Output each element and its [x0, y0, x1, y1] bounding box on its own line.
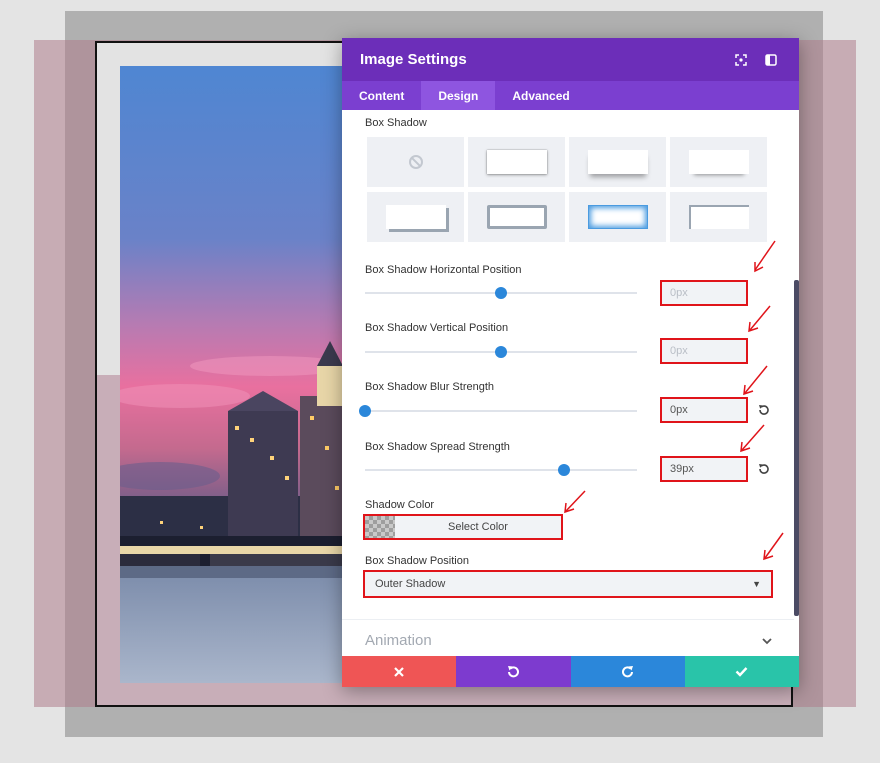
preset-offset-solid[interactable]: [367, 192, 464, 242]
shadow-color-label: Shadow Color: [365, 499, 435, 511]
vertical-position-slider[interactable]: [365, 346, 637, 358]
blur-strength-label: Box Shadow Blur Strength: [365, 381, 495, 393]
preset-inset-glow[interactable]: [569, 192, 666, 242]
redo-icon: [622, 666, 634, 678]
transparent-swatch: [365, 516, 395, 538]
reset-icon[interactable]: [756, 402, 772, 418]
horizontal-position-input[interactable]: 0px: [660, 280, 748, 306]
no-shadow-icon: [408, 155, 423, 169]
image-settings-panel: Image Settings Content Design Advanced B…: [342, 38, 799, 687]
box-shadow-presets: [367, 137, 769, 242]
shadow-color-picker[interactable]: Select Color: [363, 514, 563, 540]
preset-bottom-thin[interactable]: [670, 137, 767, 187]
preset-inset-border[interactable]: [468, 192, 565, 242]
slider-thumb[interactable]: [495, 287, 507, 299]
divider: [342, 619, 794, 620]
chevron-down-icon: [762, 637, 772, 644]
vertical-position-input[interactable]: 0px: [660, 338, 748, 364]
panel-scrollbar[interactable]: [794, 280, 799, 616]
checkmark-icon: [736, 667, 748, 677]
horizontal-position-label: Box Shadow Horizontal Position: [365, 264, 522, 276]
horizontal-position-slider[interactable]: [365, 287, 637, 299]
shadow-position-value: Outer Shadow: [375, 578, 446, 590]
dropdown-arrow-icon: ▼: [752, 579, 761, 589]
tab-design[interactable]: Design: [421, 81, 496, 110]
close-icon: [394, 666, 404, 677]
reset-icon[interactable]: [756, 461, 772, 477]
shadow-position-label: Box Shadow Position: [365, 555, 469, 567]
panel-tabs: Content Design Advanced: [342, 81, 799, 110]
spread-strength-slider[interactable]: [365, 464, 637, 476]
panel-body: Box Shadow Box Shadow Horizontal Positio…: [342, 110, 799, 656]
preset-bottom-fade[interactable]: [569, 137, 666, 187]
select-color-label: Select Color: [448, 521, 508, 533]
tab-advanced[interactable]: Advanced: [495, 81, 586, 110]
vertical-position-label: Box Shadow Vertical Position: [365, 322, 509, 334]
panel-title: Image Settings: [360, 51, 467, 68]
save-button[interactable]: [684, 656, 799, 687]
box-shadow-label: Box Shadow: [365, 117, 427, 129]
slider-thumb[interactable]: [359, 405, 371, 417]
split-view-icon[interactable]: [761, 50, 781, 70]
animation-label: Animation: [365, 632, 432, 649]
slider-thumb[interactable]: [495, 346, 507, 358]
preset-soft-all[interactable]: [468, 137, 565, 187]
undo-button[interactable]: [456, 656, 571, 687]
focus-icon[interactable]: [731, 50, 751, 70]
panel-footer: [342, 656, 799, 687]
panel-header: Image Settings: [342, 38, 799, 81]
undo-icon: [507, 666, 519, 678]
preset-inset-corner[interactable]: [670, 192, 767, 242]
preset-none[interactable]: [367, 137, 464, 187]
city-dusk-photo: [120, 66, 350, 683]
cancel-button[interactable]: [342, 656, 457, 687]
blur-strength-slider[interactable]: [359, 405, 637, 417]
blur-strength-input[interactable]: 0px: [660, 397, 748, 423]
tab-content[interactable]: Content: [342, 81, 421, 110]
animation-toggle[interactable]: Animation: [365, 632, 773, 649]
redo-button[interactable]: [570, 656, 685, 687]
spread-strength-label: Box Shadow Spread Strength: [365, 441, 510, 453]
spread-strength-input[interactable]: 39px: [660, 456, 748, 482]
shadow-position-select[interactable]: Outer Shadow ▼: [363, 570, 773, 598]
slider-thumb[interactable]: [557, 464, 570, 476]
